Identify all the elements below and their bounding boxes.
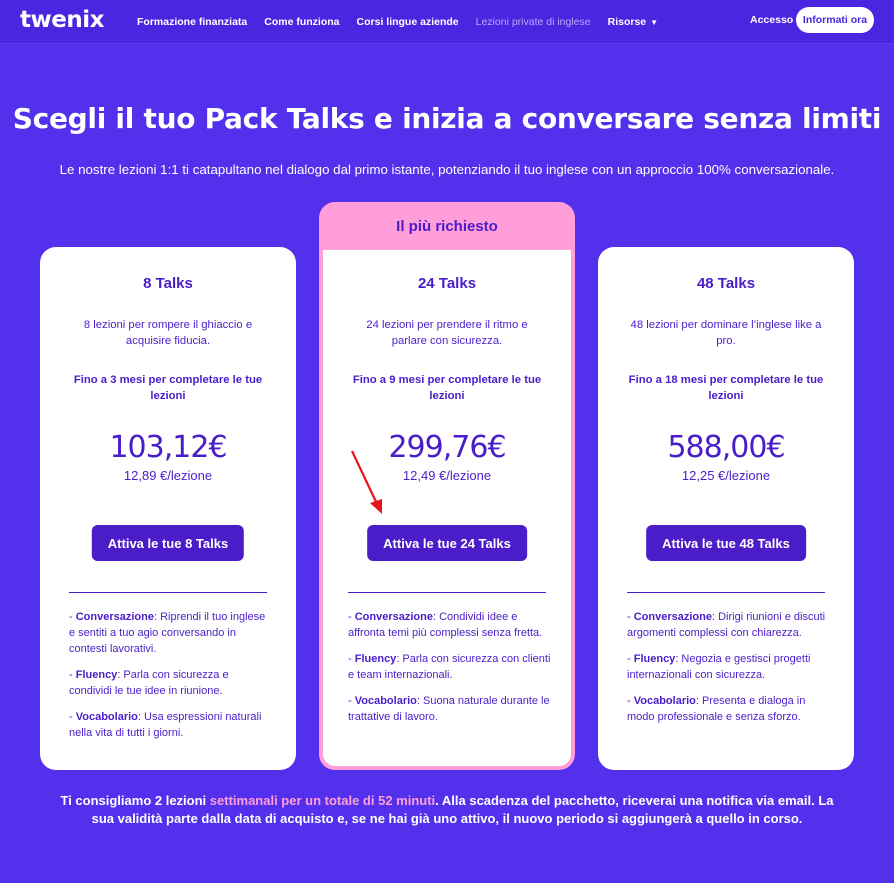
chevron-down-icon: ▼ (650, 17, 659, 27)
activate-48-talks-button[interactable]: Attiva le tue 48 Talks (646, 525, 806, 561)
plan-card-48-talks: 48 Talks 48 lezioni per dominare l’ingle… (598, 247, 854, 770)
plan-price: 588,00€ (667, 430, 785, 465)
divider (348, 592, 546, 593)
top-navbar: twenix Formazione finanziata Come funzio… (0, 0, 894, 44)
plan-features: - Conversazione: Dirigi riunioni e discu… (627, 609, 832, 735)
plan-description: 48 lezioni per dominare l’inglese like a… (630, 319, 822, 347)
feature-item: - Conversazione: Riprendi il tuo inglese… (69, 611, 266, 655)
nav-link-come-funziona[interactable]: Come funziona (264, 16, 339, 28)
plan-price-per-lesson: 12,25 €/lezione (681, 468, 771, 483)
nav-link-risorse[interactable]: Risorse ▼ (608, 16, 658, 28)
feature-key: Conversazione (75, 611, 154, 623)
feature-key: Fluency (354, 653, 397, 665)
plan-duration: Fino a 18 mesi per completare le tue lez… (628, 374, 824, 402)
lesson-frequency-note: Ti consigliamo 2 lezioni settimanali per… (60, 792, 834, 828)
red-arrow-icon (351, 450, 382, 514)
note-text: Ti consigliamo 2 lezioni (60, 793, 210, 808)
plan-card-8-talks: 8 Talks 8 lezioni per rompere il ghiacci… (40, 247, 296, 770)
nav-link-risorse-label: Risorse (607, 15, 647, 28)
feature-key: Vocabolario (633, 695, 696, 707)
feature-item: - Conversazione: Condividi idee e affron… (348, 611, 543, 639)
feature-item: - Fluency: Parla con sicurezza e condivi… (69, 669, 229, 697)
divider (69, 592, 267, 593)
feature-item: - Vocabolario: Suona naturale durante le… (348, 695, 550, 723)
nav-links: Formazione finanziata Come funziona Cors… (137, 0, 675, 43)
activate-8-talks-button[interactable]: Attiva le tue 8 Talks (91, 525, 245, 561)
plan-duration: Fino a 3 mesi per completare le tue lezi… (73, 374, 263, 402)
plan-features: - Conversazione: Riprendi il tuo inglese… (69, 609, 274, 751)
page-subtitle: Le nostre lezioni 1:1 ti catapultano nel… (59, 162, 835, 177)
feature-key: Conversazione (354, 611, 433, 623)
plan-duration: Fino a 9 mesi per completare le tue lezi… (352, 374, 542, 402)
feature-item: - Vocabolario: Usa espressioni naturali … (69, 711, 262, 739)
feature-item: - Vocabolario: Presenta e dialoga in mod… (627, 695, 806, 723)
feature-item: - Conversazione: Dirigi riunioni e discu… (627, 611, 826, 639)
plan-title: 48 Talks (696, 275, 756, 292)
nav-link-lezioni-private[interactable]: Lezioni private di inglese (476, 16, 591, 28)
plan-title: 24 Talks (417, 275, 477, 292)
divider (627, 592, 825, 593)
nav-link-formazione-finanziata[interactable]: Formazione finanziata (137, 16, 247, 28)
twenix-logo[interactable]: twenix (20, 7, 104, 33)
nav-link-corsi-lingue-aziende[interactable]: Corsi lingue aziende (357, 16, 459, 28)
feature-item: - Fluency: Negozia e gestisci progetti i… (627, 653, 811, 681)
plan-features: - Conversazione: Condividi idee e affron… (348, 609, 553, 735)
plan-price: 103,12€ (109, 430, 227, 465)
plan-price-per-lesson: 12,89 €/lezione (123, 468, 213, 483)
feature-key: Fluency (633, 653, 676, 665)
informati-ora-button[interactable]: Informati ora (796, 7, 874, 33)
most-popular-badge: Il più richiesto (396, 217, 498, 235)
plan-description: 8 lezioni per rompere il ghiaccio e acqu… (83, 319, 253, 347)
activate-24-talks-button[interactable]: Attiva le tue 24 Talks (367, 525, 527, 561)
feature-key: Vocabolario (354, 695, 417, 707)
feature-item: - Fluency: Parla con sicurezza con clien… (348, 653, 551, 681)
plan-description: 24 lezioni per prendere il ritmo e parla… (366, 319, 528, 347)
login-link[interactable]: Accesso (750, 14, 793, 26)
page-title: Scegli il tuo Pack Talks e inizia a conv… (12, 102, 882, 135)
feature-key: Fluency (75, 669, 118, 681)
plan-title: 8 Talks (143, 275, 193, 292)
feature-key: Conversazione (633, 611, 712, 623)
feature-key: Vocabolario (75, 711, 138, 723)
note-highlight: settimanali per un totale di 52 minuti (209, 793, 436, 808)
